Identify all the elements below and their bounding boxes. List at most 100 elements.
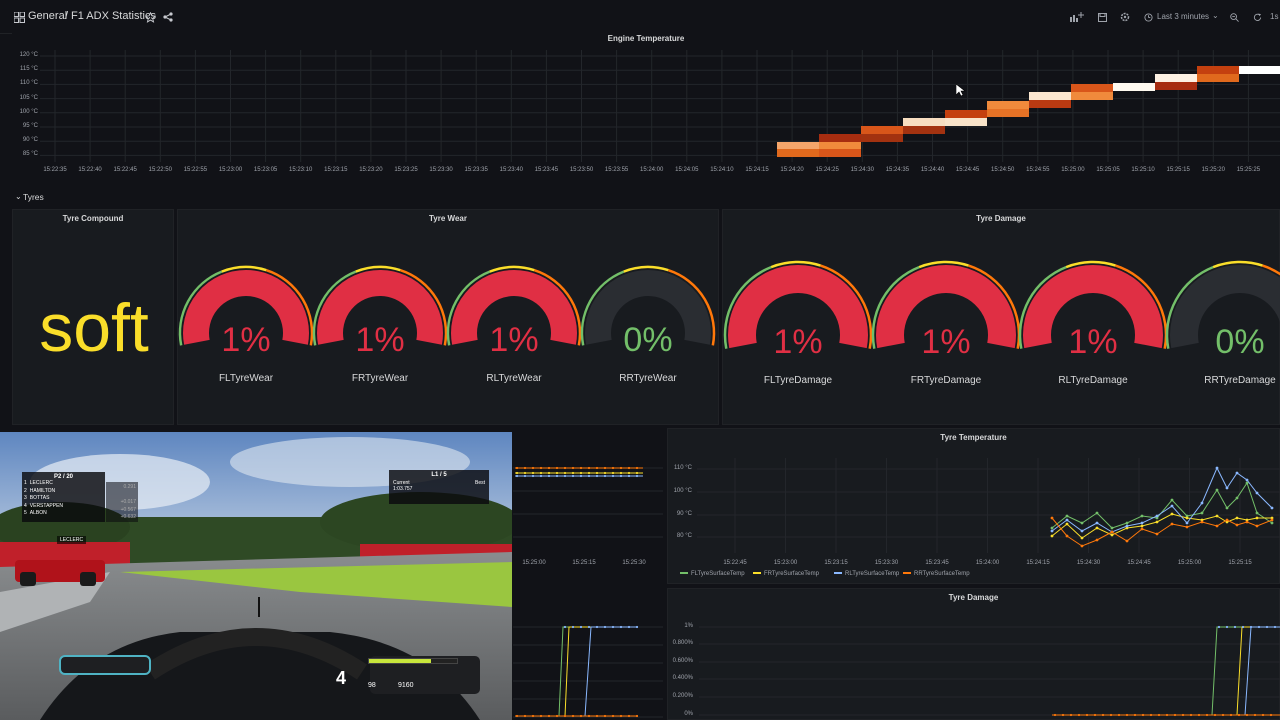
data-point	[627, 471, 631, 475]
y-tick-label: 105 °C	[19, 94, 38, 101]
legend-label: RRTyreSurfaceTemp	[914, 571, 970, 577]
standings-row: 2 HAMILTON	[24, 488, 103, 496]
x-tick-label: 15:23:50	[569, 167, 594, 173]
gauge-label: FLTyreWear	[218, 373, 274, 384]
zoom-out-icon[interactable]	[1227, 10, 1241, 24]
lap-label: L1 / 5	[431, 472, 447, 478]
x-tick-label: 15:23:20	[359, 167, 383, 173]
legend-label: RLTyreSurfaceTemp	[845, 571, 900, 577]
data-point	[539, 474, 543, 478]
x-tick-label: 15:24:00	[975, 560, 1000, 566]
standings-gap: +0.632	[120, 514, 136, 520]
tyre-damage-panel[interactable]: Tyre Damage	[722, 209, 1280, 425]
star-icon[interactable]	[143, 10, 157, 24]
x-tick-label: 15:25:25	[1236, 167, 1261, 173]
data-point	[1249, 625, 1253, 629]
gauge-label: RLTyreDamage	[1058, 375, 1128, 386]
data-point	[547, 471, 551, 475]
x-tick-label: 15:23:45	[925, 560, 949, 566]
data-point	[1245, 520, 1249, 524]
data-point	[611, 625, 615, 629]
data-point	[1125, 539, 1129, 543]
data-point	[1085, 713, 1089, 717]
data-point	[587, 714, 591, 718]
tyre-compound-panel[interactable]: Tyre Compound soft	[12, 209, 174, 425]
data-point	[539, 466, 543, 470]
data-point	[1140, 527, 1144, 531]
data-point	[571, 714, 575, 718]
data-point	[611, 466, 615, 470]
chevron-down-icon[interactable]: ⌄	[15, 192, 22, 201]
refresh-icon[interactable]	[1250, 10, 1264, 24]
data-point	[1200, 520, 1204, 524]
heatmap-cell	[1239, 66, 1280, 74]
data-point	[1065, 534, 1069, 538]
time-range-picker[interactable]: Last 3 minutes	[1157, 12, 1209, 21]
legend-item[interactable]: RRTyreSurfaceTemp	[903, 571, 970, 577]
data-point	[611, 714, 615, 718]
breadcrumb-folder[interactable]: General	[28, 10, 67, 22]
legend-swatch	[903, 572, 911, 575]
x-tick-label: 15:25:30	[622, 560, 646, 566]
standings-position: 4	[24, 502, 27, 509]
y-tick-label: 80 °C	[676, 533, 692, 539]
x-tick-label: 15:24:05	[675, 167, 699, 173]
heatmap-cell	[1155, 74, 1197, 82]
legend-swatch	[680, 572, 688, 575]
tyre-damage-chart	[699, 625, 1280, 717]
rpm-readout: 9160	[398, 682, 414, 689]
data-point	[1080, 544, 1084, 548]
save-icon[interactable]	[1095, 10, 1109, 24]
heatmap-cell	[987, 109, 1029, 117]
standings-gap: +0.017	[120, 499, 136, 505]
heatmap-cell	[819, 142, 861, 150]
tyre-wear-panel[interactable]: Tyre Wear	[177, 209, 719, 425]
race-standings-hud: P2 / 20 1 LECLERC 2 HAMILTON 3 BOTTAS 4 VERSTAP…	[22, 472, 105, 522]
data-point	[627, 625, 631, 629]
data-point	[595, 471, 599, 475]
data-point	[1215, 466, 1219, 470]
x-tick-label: 15:23:55	[604, 167, 629, 173]
data-point	[571, 471, 575, 475]
row-title-tyres[interactable]: Tyres	[23, 192, 44, 202]
series-line	[515, 626, 638, 717]
clock-icon[interactable]	[1141, 10, 1155, 24]
chevron-down-icon[interactable]: ⌄	[1212, 11, 1219, 20]
data-point	[1255, 516, 1259, 520]
data-point	[1270, 518, 1274, 522]
standings-position: 3	[24, 495, 27, 501]
data-point	[1235, 471, 1239, 475]
x-tick-label: 15:24:15	[1026, 560, 1050, 566]
data-point	[619, 714, 623, 718]
legend-item[interactable]: RLTyreSurfaceTemp	[834, 571, 899, 577]
breadcrumb-separator: /	[65, 10, 69, 22]
gauge-value: 1%	[921, 323, 971, 361]
x-tick-label: 15:23:30	[874, 560, 899, 566]
data-point	[1197, 713, 1201, 717]
data-point	[1225, 518, 1229, 522]
mouse-cursor	[956, 84, 966, 97]
legend-item[interactable]: FLTyreSurfaceTemp	[680, 571, 745, 577]
heatmap-cell	[1071, 92, 1113, 100]
heatmap-cell	[861, 126, 903, 134]
data-point	[1229, 713, 1233, 717]
legend-label: FLTyreSurfaceTemp	[691, 571, 745, 577]
refresh-interval[interactable]: 1s	[1270, 12, 1278, 21]
legend-item[interactable]: FRTyreSurfaceTemp	[753, 571, 819, 577]
add-panel-icon[interactable]	[1069, 10, 1085, 24]
gauge-value: 1%	[221, 321, 271, 359]
gauge-value: 1%	[773, 323, 823, 361]
data-point	[571, 474, 575, 478]
data-point	[1095, 511, 1099, 515]
settings-icon[interactable]	[1118, 10, 1132, 24]
data-point	[627, 466, 631, 470]
legend-swatch	[753, 572, 761, 575]
data-point	[563, 474, 567, 478]
heatmap-cell	[1029, 100, 1071, 108]
data-point	[1095, 538, 1099, 542]
grid-icon[interactable]	[12, 10, 26, 24]
share-icon[interactable]	[161, 10, 175, 24]
standings-position: 1	[24, 480, 27, 486]
legend-label: FRTyreSurfaceTemp	[764, 571, 819, 577]
series-line	[1051, 513, 1272, 539]
